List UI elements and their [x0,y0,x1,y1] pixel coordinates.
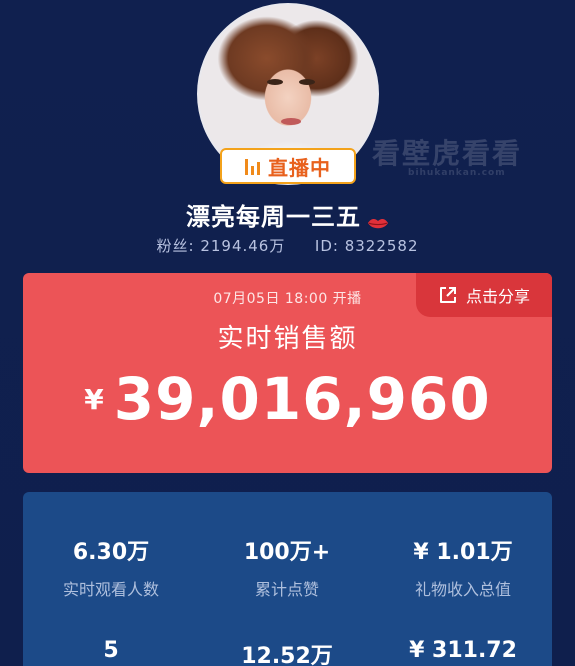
watermark-subtext: bihukankan.com [408,168,506,178]
lips-icon [367,209,389,229]
stat-value: 5 [103,638,119,663]
streamer-name: 漂亮每周一三五 [0,197,575,232]
stat-row2-col1: 5 [23,638,199,663]
sales-card: 点击分享 07月05日 18:00 开播 实时销售额 ¥39,016,960 [23,273,552,473]
avatar-lips [281,118,301,125]
avatar-eye-left [267,79,283,85]
currency-symbol: ¥ [84,383,104,416]
avatar-eye-right [299,79,315,85]
stat-label: 礼物收入总值 [414,580,511,599]
stats-card: 6.30万 实时观看人数 100万+ 累计点赞 ¥ 1.01万 礼物收入总值 5… [23,492,552,666]
broadcast-start-time: 07月05日 18:00 开播 [213,291,362,307]
stat-total-likes: 100万+ 累计点赞 [199,534,375,600]
watermark-text: 看壁虎看看 [372,137,523,170]
stat-value: 12.52万 [241,644,333,666]
stat-value: ¥ 1.01万 [413,540,513,565]
live-bars-icon [245,157,260,175]
stat-gift-income: ¥ 1.01万 礼物收入总值 [375,534,551,600]
sales-amount-value: 39,016,960 [113,365,491,433]
fans-count: 2194.46万 [200,237,286,255]
streamer-id: 8322582 [344,237,419,255]
live-status-badge: 直播中 [220,148,356,184]
id-label: ID: [314,237,339,255]
stat-row2-col2: 12.52万 [199,638,375,666]
streamer-meta: 粉丝: 2194.46万 ID: 8322582 [0,235,575,256]
stat-label: 实时观看人数 [62,580,159,599]
stat-value: ¥ 311.72 [409,638,517,663]
stat-label: 累计点赞 [254,580,319,599]
live-badge-label: 直播中 [268,155,331,180]
fans-label: 粉丝: [156,237,195,255]
streamer-name-text: 漂亮每周一三五 [186,203,361,231]
stat-value: 6.30万 [72,540,150,565]
stat-live-viewers: 6.30万 实时观看人数 [23,534,199,600]
sales-amount: ¥39,016,960 [23,365,552,433]
live-sales-dashboard: 直播中 看壁虎看看 bihukankan.com 看壁虎看看 bihukanka… [0,0,575,666]
sales-title: 实时销售额 [217,324,358,354]
stat-row2-col3: ¥ 311.72 [375,638,551,663]
stat-value: 100万+ [243,540,331,565]
